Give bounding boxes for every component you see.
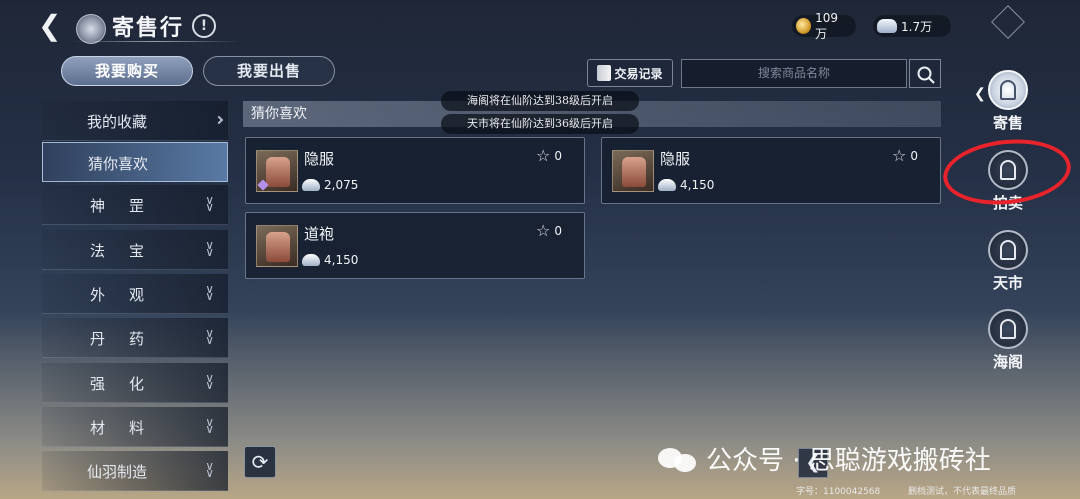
item-price-value: 4,150: [680, 178, 715, 192]
silver-ingot-icon: [302, 179, 320, 191]
item-price: 4,150: [302, 253, 358, 267]
tab-buy[interactable]: 我要购买: [61, 56, 193, 86]
nav-consignment[interactable]: 寄售: [983, 70, 1033, 133]
diamond-ornament-icon: [991, 5, 1025, 39]
category-appearance[interactable]: 外观 ∨ ∨: [42, 274, 228, 314]
category-enhance[interactable]: 强化 ∨ ∨: [42, 363, 228, 403]
favorite-count: 0: [910, 148, 918, 163]
category-materials[interactable]: 材料 ∨ ∨: [42, 407, 228, 447]
item-card[interactable]: 隐服 2,075 ☆ 0: [245, 137, 585, 204]
gold-coin-icon: [796, 18, 812, 34]
star-icon: ☆: [536, 146, 551, 165]
silver-ingot-icon: [302, 254, 320, 266]
title-divider: [70, 41, 240, 42]
item-name: 隐服: [660, 150, 691, 168]
category-shengang[interactable]: 神罡 ∨ ∨: [42, 185, 228, 225]
category-label: 法宝: [89, 242, 168, 260]
category-label: 神罡: [89, 197, 168, 215]
consignment-emblem-icon: [988, 70, 1028, 110]
nav-label: 海阁: [992, 353, 1023, 371]
page-title: 寄售行: [112, 15, 185, 41]
category-label: 强化: [89, 375, 168, 393]
category-guess-you-like[interactable]: 猜你喜欢: [42, 142, 228, 182]
gold-amount: 109万: [815, 10, 838, 41]
back-arrow-icon[interactable]: ❮: [38, 10, 70, 42]
search-button[interactable]: [909, 59, 941, 88]
item-name: 隐服: [304, 150, 335, 168]
trade-record-button[interactable]: 交易记录: [587, 59, 673, 87]
notice-toast: 天市将在仙阶达到36级后开启: [441, 114, 639, 134]
wechat-icon: [658, 444, 698, 474]
silver-ingot-icon: [658, 179, 676, 191]
scroll-icon: [597, 65, 612, 81]
chevron-down-icon: ∨ ∨: [205, 193, 214, 214]
category-pills[interactable]: 丹药 ∨ ∨: [42, 318, 228, 358]
footer-disclaimer: 删档测试，不代表最终品质: [908, 487, 1017, 497]
robe-item-icon: [256, 150, 298, 192]
tab-sell[interactable]: 我要出售: [203, 56, 335, 86]
category-label: 丹药: [89, 330, 168, 348]
favorite-count: 0: [554, 148, 562, 163]
watermark: 公众号 · 思聪游戏搬砖社: [658, 440, 991, 477]
nav-label: 寄售: [992, 114, 1023, 132]
info-button[interactable]: !: [192, 14, 216, 38]
category-fabao[interactable]: 法宝 ∨ ∨: [42, 230, 228, 270]
refresh-button[interactable]: ⟳: [244, 446, 276, 478]
category-label: 猜你喜欢: [87, 155, 148, 173]
item-price-value: 2,075: [324, 178, 359, 192]
refresh-icon: ⟳: [251, 450, 269, 474]
chevron-down-icon: ∨ ∨: [205, 371, 214, 392]
tianshi-emblem-icon: [988, 230, 1028, 270]
chevron-down-icon: ∨ ∨: [205, 459, 214, 480]
robe-item-icon: [612, 150, 654, 192]
item-price: 2,075: [302, 178, 358, 192]
favorite-button[interactable]: ☆ 0: [892, 146, 918, 165]
chevron-down-icon: ∨ ∨: [205, 282, 214, 303]
item-price-value: 4,150: [324, 253, 359, 267]
highlight-annotation: [940, 133, 1074, 211]
star-icon: ☆: [892, 146, 907, 165]
trade-record-label: 交易记录: [614, 66, 663, 81]
chevron-down-icon: ∨ ∨: [205, 238, 214, 259]
title-emblem-icon: [76, 14, 106, 44]
nav-label: 天市: [992, 274, 1023, 292]
search-icon: [917, 66, 935, 84]
item-card[interactable]: 道袍 4,150 ☆ 0: [245, 212, 585, 279]
nav-haige[interactable]: 海阁: [983, 309, 1033, 372]
category-label: 外观: [89, 286, 168, 304]
category-label: 我的收藏: [86, 113, 147, 131]
nav-tianshi[interactable]: 天市: [983, 230, 1033, 293]
footer-id: 字号：1100042568: [796, 487, 881, 497]
favorite-button[interactable]: ☆ 0: [536, 221, 562, 240]
gold-currency: 109万: [792, 11, 856, 41]
item-name: 道袍: [304, 225, 335, 243]
category-label: 仙羽制造: [86, 463, 147, 481]
robe-item-icon: [256, 225, 298, 267]
item-card[interactable]: 隐服 4,150 ☆ 0: [601, 137, 941, 204]
silver-ingot-icon: [877, 19, 897, 33]
category-wing-crafting[interactable]: 仙羽制造 ∨ ∨: [42, 451, 228, 491]
star-icon: ☆: [536, 221, 551, 240]
silver-currency: 1.7万: [873, 15, 951, 37]
silver-amount: 1.7万: [901, 19, 933, 34]
watermark-text: 公众号 · 思聪游戏搬砖社: [706, 446, 991, 476]
favorite-count: 0: [554, 223, 562, 238]
favorite-button[interactable]: ☆ 0: [536, 146, 562, 165]
haige-emblem-icon: [988, 309, 1028, 349]
category-favorites[interactable]: 我的收藏: [42, 101, 228, 141]
chevron-down-icon: ∨ ∨: [205, 415, 214, 436]
chevron-right-icon: [214, 115, 224, 125]
chevron-down-icon: ∨ ∨: [205, 326, 214, 347]
item-price: 4,150: [658, 178, 714, 192]
search-input[interactable]: 搜索商品名称: [681, 59, 907, 88]
category-label: 材料: [89, 419, 168, 437]
notice-toast: 海阁将在仙阶达到38级后开启: [441, 91, 639, 111]
